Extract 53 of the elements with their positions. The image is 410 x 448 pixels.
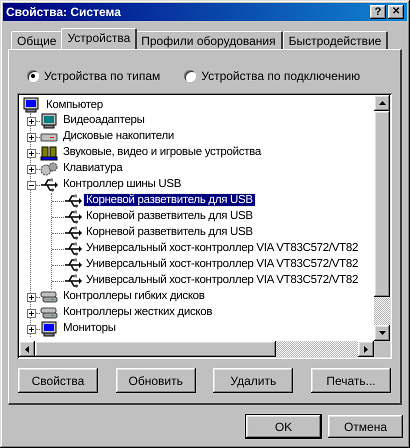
controller-icon <box>40 289 58 305</box>
speaker-icon <box>40 145 58 161</box>
tree-item[interactable]: Дисковые накопители <box>61 130 176 142</box>
tree-item[interactable]: Компьютер <box>44 98 105 112</box>
tree-item[interactable]: Контроллеры гибких дисков <box>61 290 207 302</box>
tree-item[interactable]: Клавиатура <box>61 162 124 174</box>
radio-button[interactable] <box>184 70 196 82</box>
tab[interactable]: Устройства <box>61 28 138 49</box>
tree-item[interactable]: Звуковые, видео и игровые устройства <box>61 146 263 158</box>
tree-item[interactable]: Универсальный хост-контроллер VIA VT83C572/VT82 <box>84 274 360 286</box>
tree-item[interactable]: Контроллеры жестких дисков <box>61 306 214 318</box>
gears-icon <box>40 161 58 177</box>
action-button[interactable]: Обновить <box>116 368 196 393</box>
expand-icon[interactable] <box>27 292 36 302</box>
expand-icon[interactable] <box>27 324 36 334</box>
vertical-scrollbar[interactable] <box>374 95 390 341</box>
expand-icon[interactable] <box>27 164 36 174</box>
close-button[interactable]: ✕ <box>388 5 404 19</box>
dialog-button[interactable]: Отмена <box>328 415 403 438</box>
scrollbar-corner <box>374 341 390 357</box>
left-arrow-icon[interactable] <box>25 346 29 352</box>
expand-icon[interactable] <box>27 148 36 158</box>
tree-item[interactable]: Корневой разветвитель для USB <box>84 226 255 238</box>
horizontal-scrollbar[interactable] <box>19 341 374 357</box>
help-button[interactable]: ? <box>370 5 386 19</box>
window-title: Свойства: Система <box>6 4 122 21</box>
tree-item[interactable]: Универсальный хост-контроллер VIA VT83C572/VT82 <box>84 242 360 254</box>
expand-icon[interactable] <box>27 116 36 126</box>
tree-item[interactable]: Корневой разветвитель для USB <box>84 210 255 222</box>
right-arrow-icon[interactable] <box>364 346 368 352</box>
action-button[interactable]: Свойства <box>18 368 98 393</box>
tree-item[interactable]: Видеоадаптеры <box>61 114 147 126</box>
tab[interactable]: Профили оборудования <box>135 31 283 49</box>
expand-icon[interactable] <box>27 132 36 142</box>
tab[interactable]: Быстродействие <box>282 31 388 49</box>
radio-button[interactable] <box>27 70 39 82</box>
monitor-icon <box>40 113 58 129</box>
radio-label[interactable]: Устройства по подключению <box>201 67 360 85</box>
action-button[interactable]: Удалить <box>213 368 294 393</box>
action-button[interactable]: Печать... <box>310 368 391 393</box>
tree-item[interactable]: Универсальный хост-контроллер VIA VT83C572/VT82 <box>84 258 360 270</box>
up-arrow-icon[interactable] <box>378 101 386 105</box>
down-arrow-icon[interactable] <box>378 331 386 335</box>
tree-item[interactable]: Контроллер шины USB <box>61 178 184 190</box>
monitor-icon <box>40 321 58 337</box>
tab[interactable]: Общие <box>11 31 64 49</box>
dialog-button[interactable]: OK <box>246 415 321 438</box>
tree-item[interactable]: Корневой разветвитель для USB <box>84 194 255 206</box>
expand-icon[interactable] <box>27 308 36 318</box>
radio-label[interactable]: Устройства по типам <box>44 67 160 85</box>
tree-item[interactable]: Мониторы <box>61 322 118 334</box>
controller-icon <box>40 305 58 321</box>
collapse-icon[interactable] <box>27 180 36 190</box>
